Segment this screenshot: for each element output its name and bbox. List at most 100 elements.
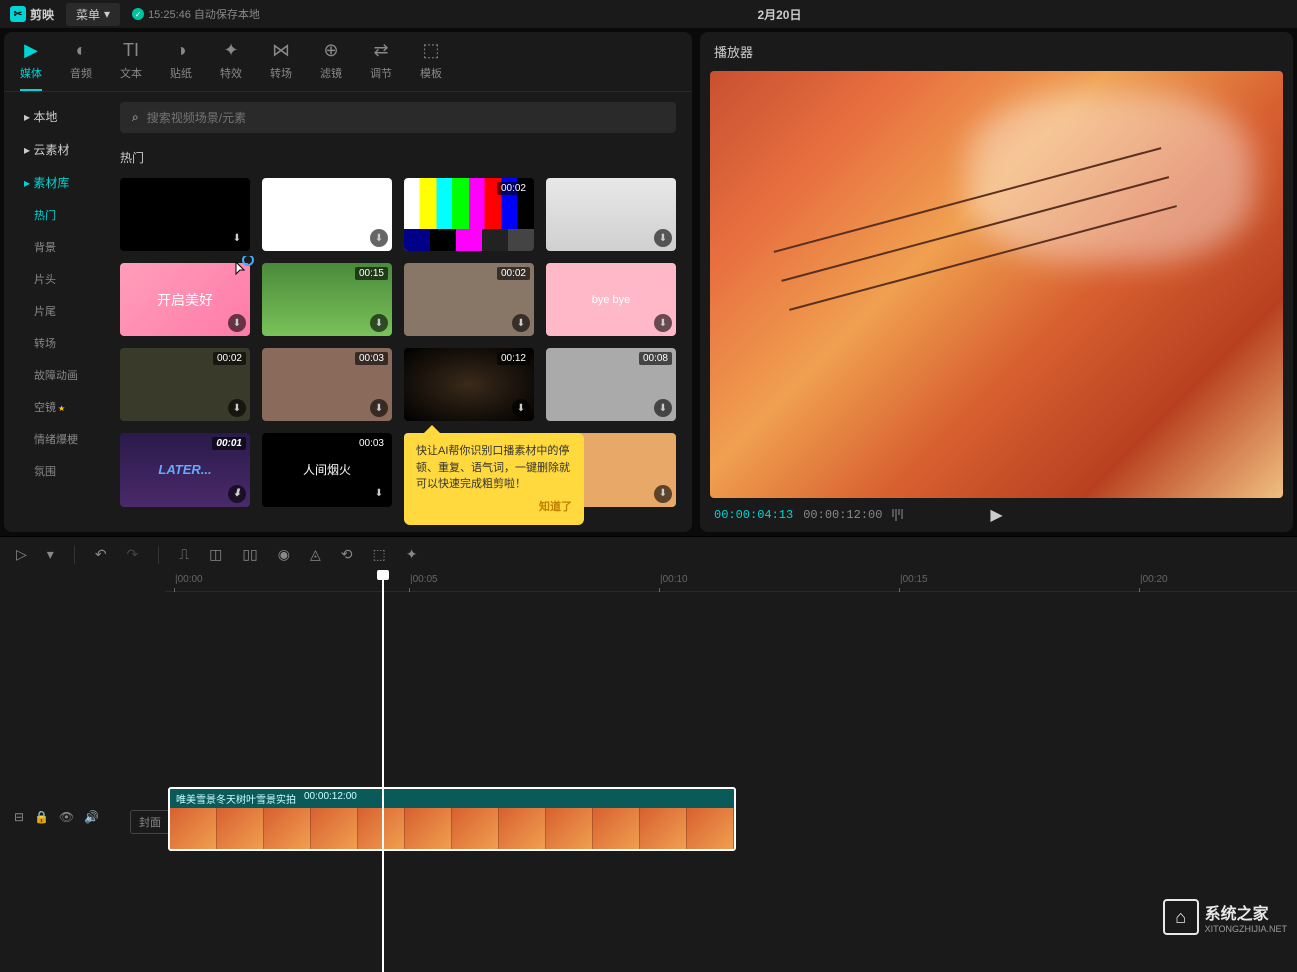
chevron-down-icon: ▾ [104,7,110,21]
tab-label: 特效 [220,65,242,81]
select-tool-icon[interactable]: ▷ [16,546,27,563]
media-thumb[interactable]: ⬇ [262,178,392,251]
media-thumb[interactable]: ⬇ [546,178,676,251]
player-controls: 00:00:04:13 00:00:12:00 ▶ [700,498,1293,532]
play-button[interactable]: ▶ [990,505,1002,525]
media-thumb[interactable]: 00:02⬇ [120,348,250,421]
sidebar-subitem[interactable]: 片头 [4,263,104,295]
tab-文本[interactable]: TI文本 [120,40,142,91]
timeline-ruler[interactable]: |00:00|00:05|00:10|00:15|00:20 [165,572,1297,592]
track-area[interactable]: ⊟ 🔒 👁 🔊 封面 唯美雪景冬天树叶雪景实拍 00:00:12:00 [0,592,1297,972]
delete-left-icon[interactable]: ◫ [209,546,222,563]
cover-button[interactable]: 封面 [130,810,170,834]
tab-icon: ⊕ [323,40,338,61]
media-thumb[interactable]: 00:02 ⬇ [404,263,534,336]
video-clip[interactable]: 唯美雪景冬天树叶雪景实拍 00:00:12:00 [168,787,736,851]
magnet-icon[interactable]: ⊟ [14,810,24,824]
tab-调节[interactable]: ⇄调节 [370,40,392,91]
ruler-mark: |00:00 [175,574,203,585]
mute-icon[interactable]: 🔊 [84,810,99,824]
eye-icon[interactable]: 👁 [59,810,74,824]
autosave-status: ✓ 15:25:46 自动保存本地 [132,6,260,22]
media-thumb[interactable]: LATER...00:01⬇ [120,433,250,506]
timeline[interactable]: |00:00|00:05|00:10|00:15|00:20 ⊟ 🔒 👁 🔊 封… [0,572,1297,972]
download-icon[interactable]: ⬇ [228,229,246,247]
download-icon[interactable]: ⬇ [228,485,246,503]
media-thumb[interactable]: ⬇快让AI帮你识别口播素材中的停顿、重复、语气词，一键删除就可以快速完成粗剪啦！… [404,433,534,506]
tab-特效[interactable]: ✦特效 [220,40,242,91]
sidebar-subitem[interactable]: 故障动画 [4,359,104,391]
media-thumb[interactable]: bye bye⬇ [546,263,676,336]
download-icon[interactable]: ⬇ [228,314,246,332]
playhead[interactable] [382,572,384,972]
sidebar-subitem[interactable]: 转场 [4,327,104,359]
tab-label: 贴纸 [170,65,192,81]
thumb-duration: 00:08 [639,352,672,365]
crop-icon[interactable]: ⬚ [372,546,385,563]
delete-right-icon[interactable]: ▯▯ [242,546,257,563]
tab-贴纸[interactable]: ◑ 贴纸 [170,40,192,91]
tab-label: 媒体 [20,65,42,81]
media-thumb[interactable]: 00:03 ⬇ [262,348,392,421]
sidebar-subitem[interactable]: 情绪爆梗 [4,423,104,455]
media-thumb[interactable]: 00:15⬇ [262,263,392,336]
media-content: ⌕ 热门 ⬇⬇00:02⬇⬇开启美好⬇00:15⬇00:02⬇bye bye⬇0… [104,92,692,532]
tab-icon: ⇄ [373,40,388,61]
clip-frames [170,808,734,850]
download-icon[interactable]: ⬇ [654,399,672,417]
download-icon[interactable]: ⬇ [654,229,672,247]
download-icon[interactable]: ⬇ [228,399,246,417]
download-icon[interactable]: ⬇ [370,314,388,332]
download-icon[interactable]: ⬇ [654,314,672,332]
split-icon[interactable]: ⎍ [179,546,189,563]
sidebar-item[interactable]: ▸ 素材库 [4,166,104,199]
tab-媒体[interactable]: ▶媒体 [20,40,42,91]
undo-icon[interactable]: ↶ [95,546,107,563]
media-thumb[interactable]: ⬇ [120,178,250,251]
media-thumb[interactable]: 00:08 ⬇ [546,348,676,421]
audio-bars-icon[interactable] [892,509,903,521]
clip-name: 唯美雪景冬天树叶雪景实拍 [176,791,296,806]
download-icon[interactable]: ⬇ [370,229,388,247]
tab-模板[interactable]: ⬚模板 [420,40,442,91]
menu-button[interactable]: 菜单 ▾ [66,3,120,26]
player-panel: 播放器 00:00:04:13 00:00:12:00 ▶ [700,32,1293,532]
media-thumb[interactable]: 人间烟火00:03⬇ [262,433,392,506]
media-thumb[interactable]: 开启美好⬇ [120,263,250,336]
thumb-duration: 00:02 [497,267,530,280]
rotate-icon[interactable]: ⟲ [341,546,353,563]
tab-滤镜[interactable]: ⊕滤镜 [320,40,342,91]
download-icon[interactable]: ⬇ [370,399,388,417]
download-icon[interactable]: ⬇ [512,399,530,417]
app-logo: ✂ 剪映 [10,6,54,23]
video-preview[interactable] [710,71,1283,498]
thumb-duration: 00:03 [355,352,388,365]
sidebar-subitem[interactable]: 背景 [4,231,104,263]
sidebar-subitem[interactable]: 热门 [4,199,104,231]
sidebar-subitem[interactable]: 片尾 [4,295,104,327]
tooltip-ok-button[interactable]: 知道了 [416,499,572,516]
sidebar-subitem[interactable]: 氛围 [4,455,104,487]
download-icon[interactable]: ⬇ [654,485,672,503]
player-title: 播放器 [700,32,1293,71]
download-icon[interactable]: ⬇ [370,485,388,503]
sidebar-item[interactable]: ▸ 云素材 [4,133,104,166]
lock-icon[interactable]: 🔒 [34,810,49,824]
track-controls: ⊟ 🔒 👁 🔊 [14,810,99,824]
download-icon[interactable]: ⬇ [512,314,530,332]
media-thumb[interactable]: 00:02⬇ [404,178,534,251]
chevron-down-icon[interactable]: ▾ [47,546,54,563]
sidebar-item[interactable]: ▸ 本地 [4,100,104,133]
smart-icon[interactable]: ✦ [406,546,418,563]
tab-音频[interactable]: ◐音频 [70,40,92,91]
tab-转场[interactable]: ⋈转场 [270,40,292,91]
search-input[interactable] [147,111,664,125]
tab-icon: ◑ [176,40,187,61]
download-icon[interactable]: ⬇ [512,229,530,247]
media-thumb[interactable]: 00:12⬇ [404,348,534,421]
clip-audio-waveform [170,850,734,851]
search-box[interactable]: ⌕ [120,102,676,133]
speed-icon[interactable]: ◉ [278,546,290,563]
sidebar-subitem[interactable]: 空镜★ [4,391,104,423]
mirror-icon[interactable]: ◬ [310,546,321,563]
